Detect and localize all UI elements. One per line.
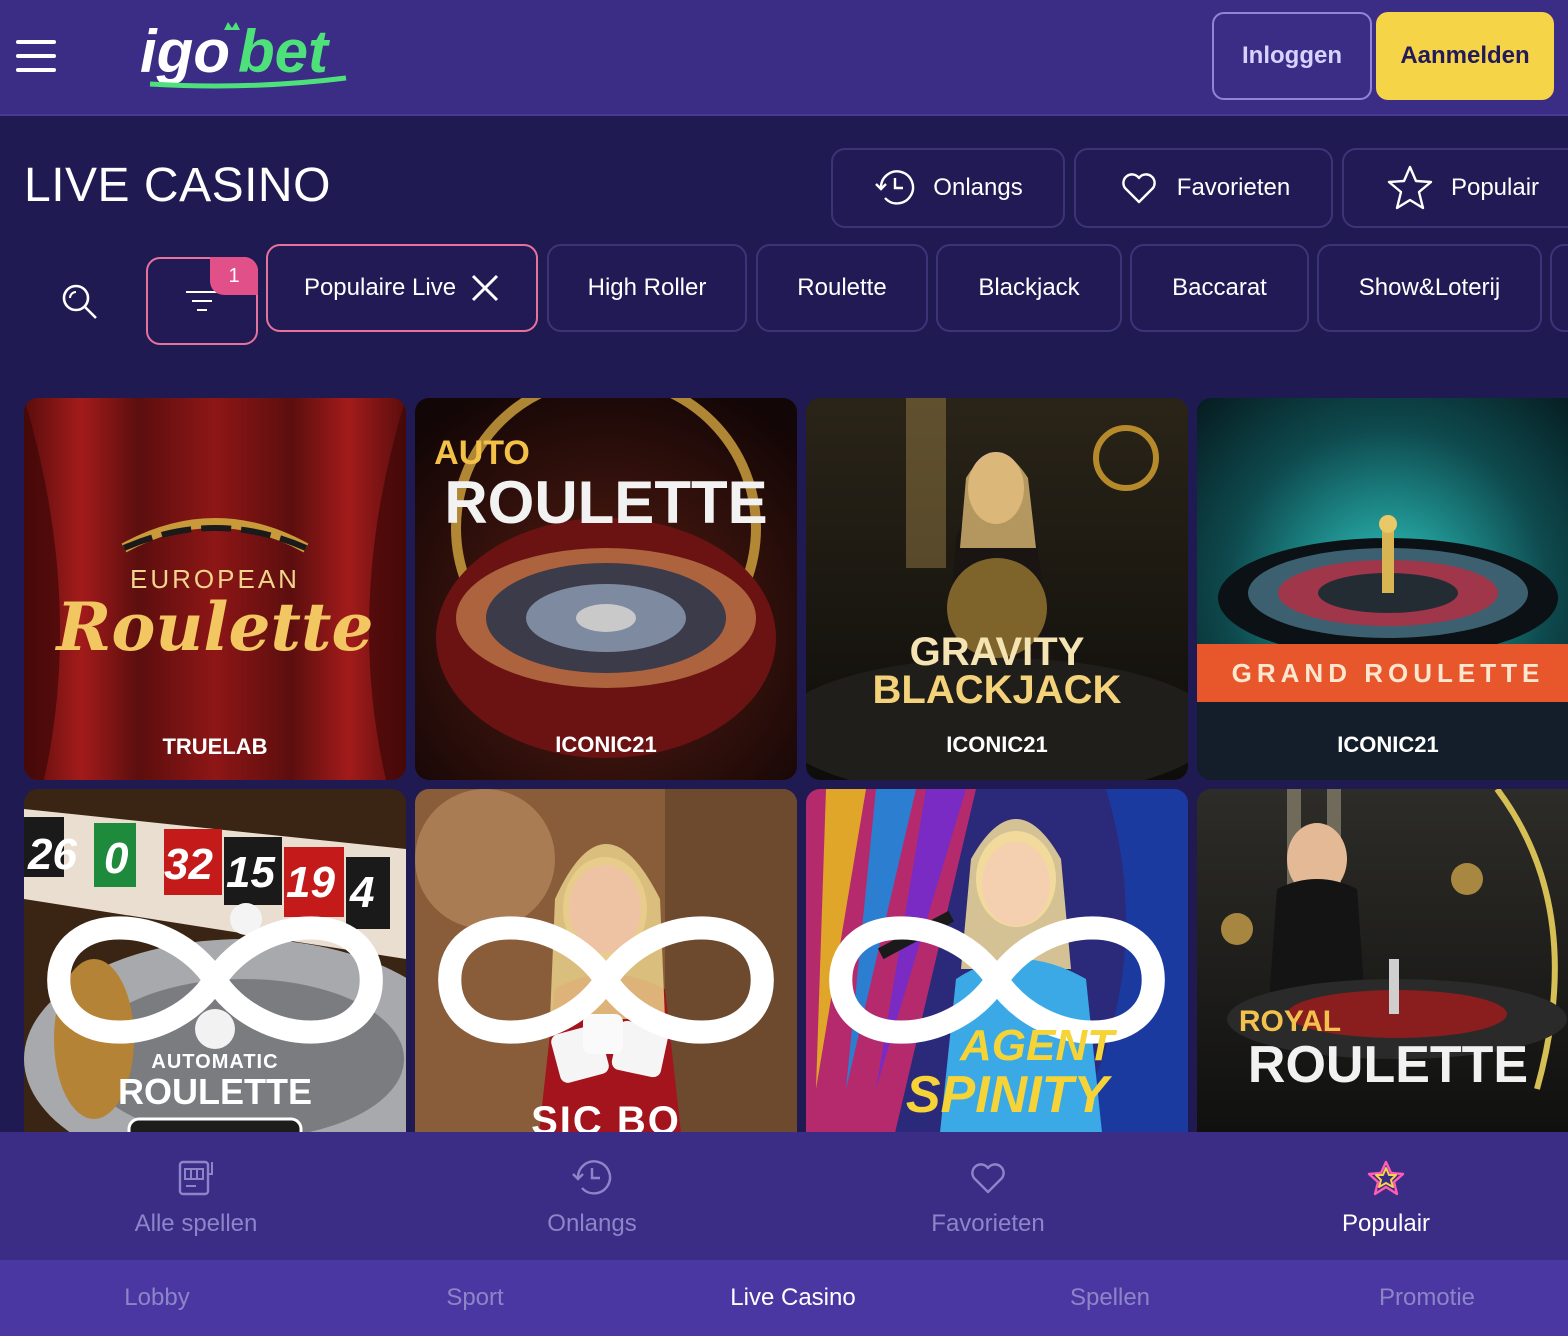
subnav-label: Onlangs [547,1210,637,1237]
category-chip-more[interactable] [1550,244,1568,332]
subnav-all-games[interactable]: Alle spellen [0,1132,392,1260]
category-chip-label: Show&Loterij [1358,274,1501,301]
category-chip-label: Blackjack [978,274,1080,301]
game-title-line2: ROULETTE [444,469,768,536]
mainnav-sport[interactable]: Sport [318,1260,632,1336]
subnav-label: Alle spellen [134,1210,258,1237]
recent-filter-label: Onlangs [933,174,1023,201]
game-title-line2: Roulette [56,588,374,666]
game-provider: TRUELAB [162,734,268,759]
mainnav-promotions[interactable]: Promotie [1270,1260,1568,1336]
subnav-label: Populair [1341,1210,1431,1237]
game-title-line1: ROYAL [1238,1005,1342,1038]
popular-filter-label: Populair [1450,174,1540,201]
page-title: LIVE CASINO [24,159,331,212]
main-bottom-nav: Lobby Sport Live Casino Spellen Promotie [0,1260,1568,1336]
game-tile-sic-bo[interactable]: SIC BO [415,789,797,1171]
game-tile-auto-roulette[interactable]: AUTO ROULETTE ICONIC21 [415,398,797,780]
star-icon [1367,1160,1405,1196]
game-provider: ICONIC21 [1337,732,1439,757]
slot-machine-icon [178,1160,213,1196]
top-header: igo bet Inloggen Aanmelden [0,0,1568,116]
mainnav-lobby[interactable]: Lobby [0,1260,314,1336]
heart-icon [1122,173,1156,204]
game-provider: ICONIC21 [555,732,657,757]
mainnav-live-casino[interactable]: Live Casino [636,1260,950,1336]
star-icon [1387,165,1433,210]
subnav-label: Favorieten [931,1210,1045,1237]
game-section-nav: Alle spellen Onlangs Favorieten Populair [0,1132,1568,1260]
game-tile-grand-roulette[interactable]: GRAND ROULETTE ICONIC21 [1197,398,1568,780]
game-title-line2: ROULETTE [1247,1036,1529,1094]
category-chip-populaire-live[interactable]: Populaire Live [266,244,538,332]
category-chip-high-roller[interactable]: High Roller [547,244,747,332]
game-tile-automatic-roulette[interactable]: 26 0 32 15 19 4 AUTOMATIC ROULETTE [24,789,406,1171]
game-tile-gravity-blackjack[interactable]: GRAVITY BLACKJACK ICONIC21 [806,398,1188,780]
game-provider: ICONIC21 [946,732,1048,757]
subnav-favorites[interactable]: Favorieten [792,1132,1184,1260]
recent-filter-button[interactable]: Onlangs [831,148,1065,228]
game-title-line1: AGENT [960,1021,1114,1070]
game-tile-royal-roulette[interactable]: ROYAL ROULETTE [1197,789,1568,1171]
category-chip-label: High Roller [587,274,707,301]
svg-text:igo: igo [140,18,230,85]
game-title-line1: GRAND ROULETTE [1231,658,1545,688]
category-chip-label: Baccarat [1172,274,1267,301]
login-button[interactable]: Inloggen [1212,12,1372,100]
igobet-logo[interactable]: igo bet [140,18,355,94]
subnav-popular[interactable]: Populair [1190,1132,1568,1260]
history-icon [875,170,915,205]
search-icon[interactable] [56,278,104,326]
game-title-line2: BLACKJACK [872,668,1122,712]
category-chip-show-loterij[interactable]: Show&Loterij [1317,244,1542,332]
category-chip-baccarat[interactable]: Baccarat [1130,244,1309,332]
game-title-line2: SPINITY [905,1066,1109,1124]
history-icon [572,1160,612,1195]
game-thumbnail [1197,398,1568,780]
heart-icon [971,1163,1005,1194]
svg-text:bet: bet [238,18,331,85]
game-tile-european-roulette[interactable]: EUROPEAN Roulette TRUELAB [24,398,406,780]
category-chip-blackjack[interactable]: Blackjack [936,244,1122,332]
game-thumbnail [1197,789,1568,1171]
category-chip-roulette[interactable]: Roulette [756,244,928,332]
game-tile-agent-spinity[interactable]: AGENT SPINITY [806,789,1188,1171]
mainnav-games[interactable]: Spellen [953,1260,1267,1336]
category-chip-label: Populaire Live [303,274,457,301]
favorites-filter-label: Favorieten [1176,174,1291,201]
popular-filter-button[interactable]: Populair [1342,148,1568,228]
game-title-line2: ROULETTE [118,1071,312,1112]
game-thumbnail [806,398,1188,780]
signup-button[interactable]: Aanmelden [1376,12,1554,100]
favorites-filter-button[interactable]: Favorieten [1074,148,1333,228]
filter-count-badge: 1 [210,257,258,295]
menu-icon[interactable] [14,36,58,76]
subnav-recent[interactable]: Onlangs [396,1132,788,1260]
category-chip-label: Roulette [797,274,887,301]
close-icon[interactable] [470,273,500,303]
infinity-icon [47,916,383,1044]
